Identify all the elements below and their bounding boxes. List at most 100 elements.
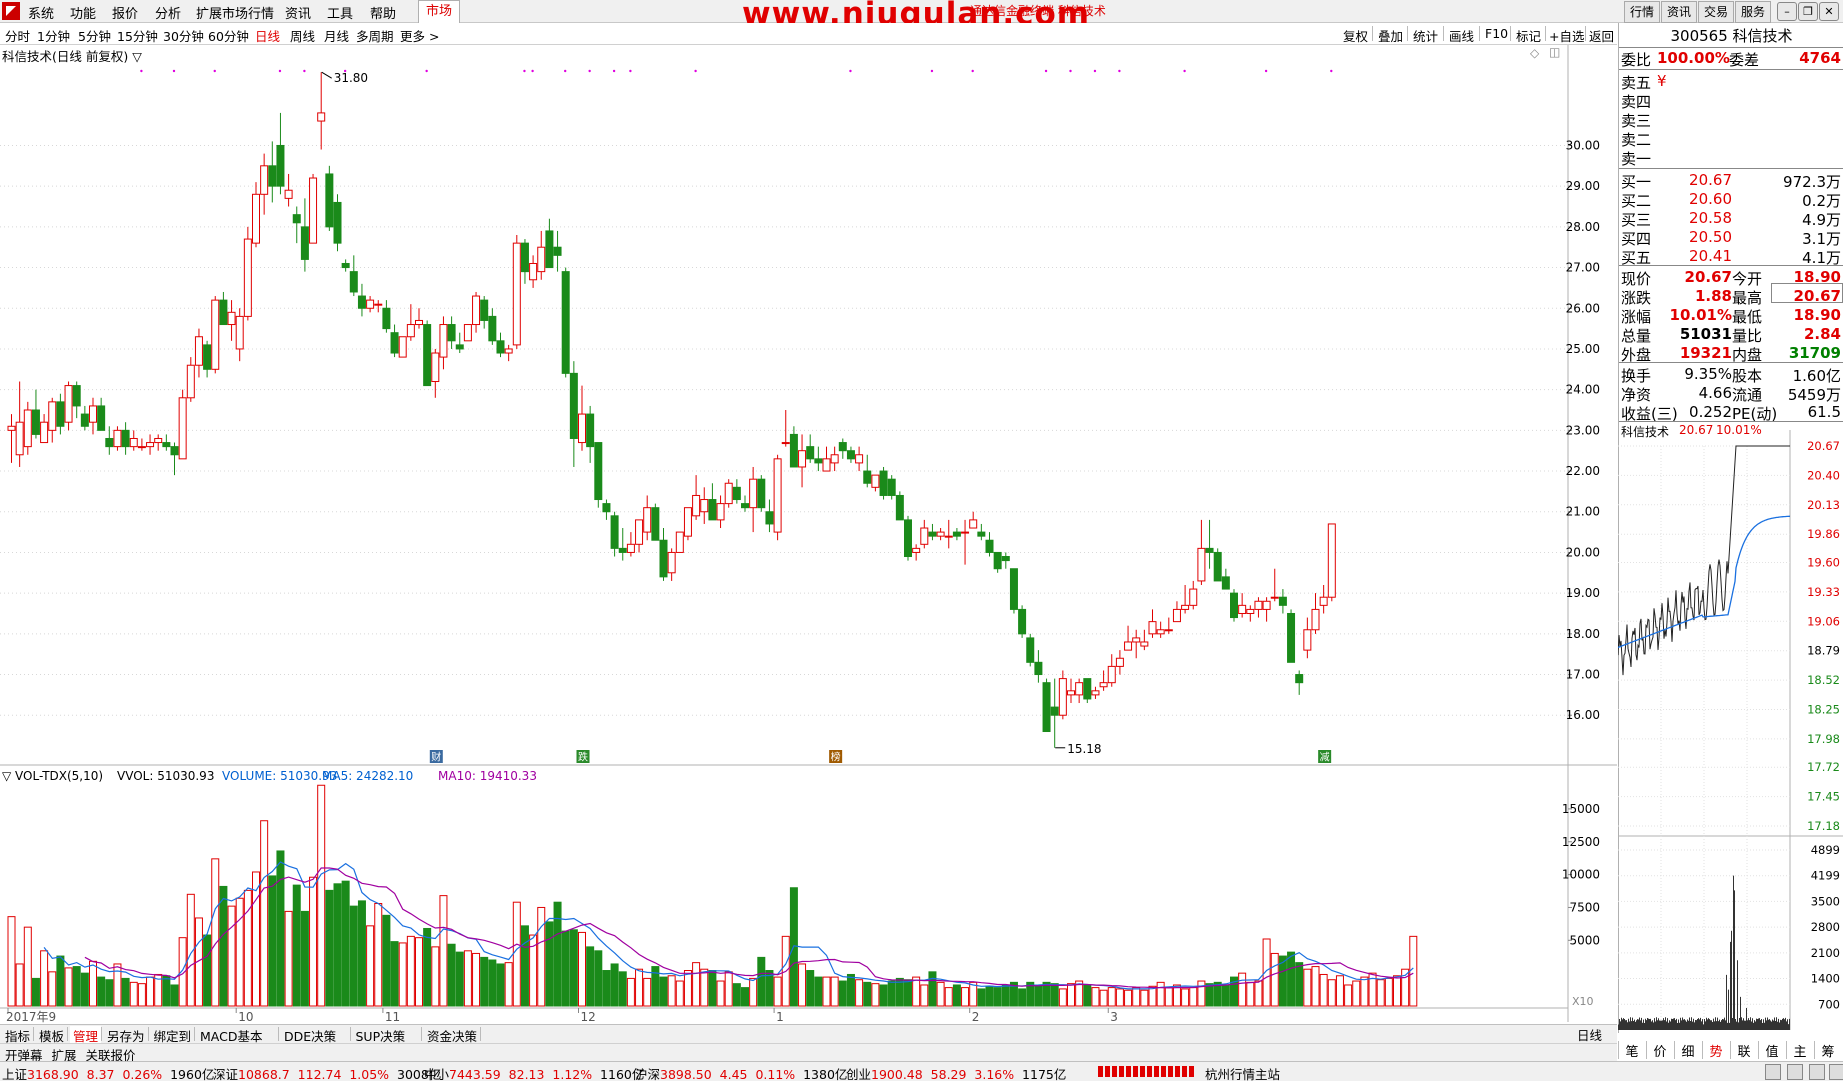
candle — [463, 324, 472, 342]
volume-bar — [431, 946, 440, 1007]
candle — [1181, 585, 1190, 614]
candle — [1124, 625, 1133, 651]
sell-level-label: 卖五 — [1621, 74, 1652, 92]
volume-bar — [423, 927, 432, 1007]
volume-bar — [814, 976, 823, 1007]
price-tick-label: 19.00 — [1566, 586, 1600, 600]
candle — [56, 393, 65, 435]
candle — [154, 434, 163, 451]
volume-bar — [447, 943, 456, 1007]
candle — [170, 442, 179, 476]
buy-level-volume: 4.9万 — [1802, 211, 1841, 229]
volume-bar — [72, 966, 81, 1007]
intraday-chart[interactable]: 20.67 20.40 20.13 19.86 19.60 19.33 19.06 18.79… — [1618, 430, 1843, 1040]
restore-icon[interactable]: ❐ — [1798, 2, 1818, 21]
divider — [1619, 47, 1843, 48]
candle — [651, 503, 660, 541]
price-tick-label: 16.00 — [1566, 708, 1600, 722]
volume-bar — [1303, 968, 1312, 1007]
candle — [178, 389, 187, 460]
event-marker: 减 — [1318, 750, 1332, 764]
quote-panel-tab[interactable]: 价 — [1646, 1041, 1673, 1060]
sell-level-row: 卖五 ¥ — [1619, 72, 1843, 92]
quote-panel-tab[interactable]: 主 — [1786, 1041, 1813, 1060]
price-tick-label: 18.00 — [1566, 627, 1600, 641]
buy-level-volume: 0.2万 — [1802, 192, 1841, 210]
index-quote[interactable]: 上证3168.90 8.37 0.26% 1960亿 — [2, 1064, 214, 1083]
candle — [977, 523, 986, 541]
volume-bar — [741, 987, 749, 1007]
quote-panel-tab[interactable]: 细 — [1674, 1041, 1701, 1060]
server-station[interactable]: 杭州行情主站 — [1205, 1064, 1280, 1083]
volume-bar — [170, 984, 179, 1007]
volume-bar — [1409, 935, 1418, 1007]
candle — [390, 324, 399, 358]
volume-bar — [89, 960, 97, 1007]
event-dot — [849, 69, 852, 73]
candle — [667, 548, 676, 581]
candle — [887, 475, 896, 500]
volume-bar — [610, 963, 619, 1007]
window-icon[interactable] — [1765, 1064, 1781, 1080]
network-icon[interactable] — [1829, 1064, 1843, 1080]
candle — [268, 141, 277, 203]
chart-expand-icon[interactable]: ◫ — [1549, 45, 1560, 59]
candle — [1140, 629, 1149, 651]
volume-bar — [300, 910, 309, 1007]
quote-panel-tab[interactable]: 筹 — [1814, 1041, 1841, 1060]
candle — [1115, 650, 1124, 675]
candle — [1327, 523, 1336, 602]
chart-diamond-icon[interactable]: ◇ — [1530, 46, 1539, 60]
intraday-vol-label: 3500 — [1811, 894, 1840, 908]
candle — [194, 328, 203, 378]
index-quote[interactable]: 中小7443.59 82.13 1.12% 1160亿 — [424, 1064, 644, 1083]
candle — [961, 519, 970, 565]
price-tick-label: 26.00 — [1566, 301, 1600, 315]
divider — [1619, 69, 1843, 70]
top-button-service[interactable]: 服务 — [1735, 1, 1772, 23]
highlight-box — [1771, 283, 1843, 303]
volume-bar — [626, 977, 635, 1007]
candle — [455, 332, 464, 354]
close-icon[interactable]: ✕ — [1819, 2, 1839, 21]
index-quote[interactable]: 沪深3898.50 4.45 0.11% 1380亿 — [635, 1064, 847, 1083]
price-tick-label: 21.00 — [1566, 505, 1600, 519]
month-label: 2017年9 — [6, 1010, 56, 1024]
candle — [936, 528, 945, 541]
buy-level-label: 买五 — [1621, 249, 1652, 267]
top-button-news[interactable]: 资讯 — [1661, 1, 1698, 23]
quote-panel-tab[interactable]: 值 — [1758, 1041, 1785, 1060]
quote-panel-tab[interactable]: 笔 — [1618, 1041, 1645, 1060]
candle — [203, 340, 212, 378]
settings-icon[interactable] — [1809, 1064, 1825, 1080]
kline-chart[interactable]: 30.00 29.00 28.00 27.00 26.00 25.00 24.00 23.00… — [0, 0, 1618, 1024]
period-label[interactable]: 日线 — [1577, 1025, 1602, 1044]
minimize-icon[interactable]: – — [1777, 2, 1797, 21]
svg-text:跌: 跌 — [578, 751, 588, 764]
top-button-trade[interactable]: 交易 — [1698, 1, 1735, 23]
volume-unit: X10 — [1572, 995, 1594, 1008]
index-quote[interactable]: 创业1900.48 58.29 3.16% 1175亿 — [846, 1064, 1066, 1083]
sell-level-label: 卖四 — [1621, 93, 1652, 111]
price-tick-label: 25.00 — [1566, 342, 1600, 356]
market-breadth-icon — [1098, 1066, 1194, 1077]
person-icon[interactable] — [1787, 1064, 1803, 1080]
quote-panel-tab[interactable]: 势 — [1702, 1041, 1729, 1060]
svg-text:财: 财 — [431, 751, 441, 764]
volume-bar — [1034, 985, 1043, 1007]
buy-level-price: 20.58 — [1689, 209, 1732, 227]
top-button-quote[interactable]: 行情 — [1624, 1, 1661, 23]
candle — [1083, 678, 1092, 704]
quote-panel-tab[interactable]: 联 — [1730, 1041, 1757, 1060]
volume-bar — [472, 952, 481, 1007]
candle — [635, 519, 644, 553]
volume-bar — [846, 973, 855, 1007]
candle — [553, 230, 562, 272]
stat-label: 量比 — [1732, 327, 1763, 345]
volume-bar — [936, 981, 945, 1007]
event-marker: 财 — [429, 750, 443, 764]
index-quote[interactable]: 深证10868.7 112.74 1.05% 3008亿 — [213, 1064, 441, 1083]
candle — [186, 357, 195, 402]
candle — [415, 308, 423, 329]
volume-indicator-name[interactable]: ▽ VOL-TDX(5,10) — [2, 769, 103, 783]
